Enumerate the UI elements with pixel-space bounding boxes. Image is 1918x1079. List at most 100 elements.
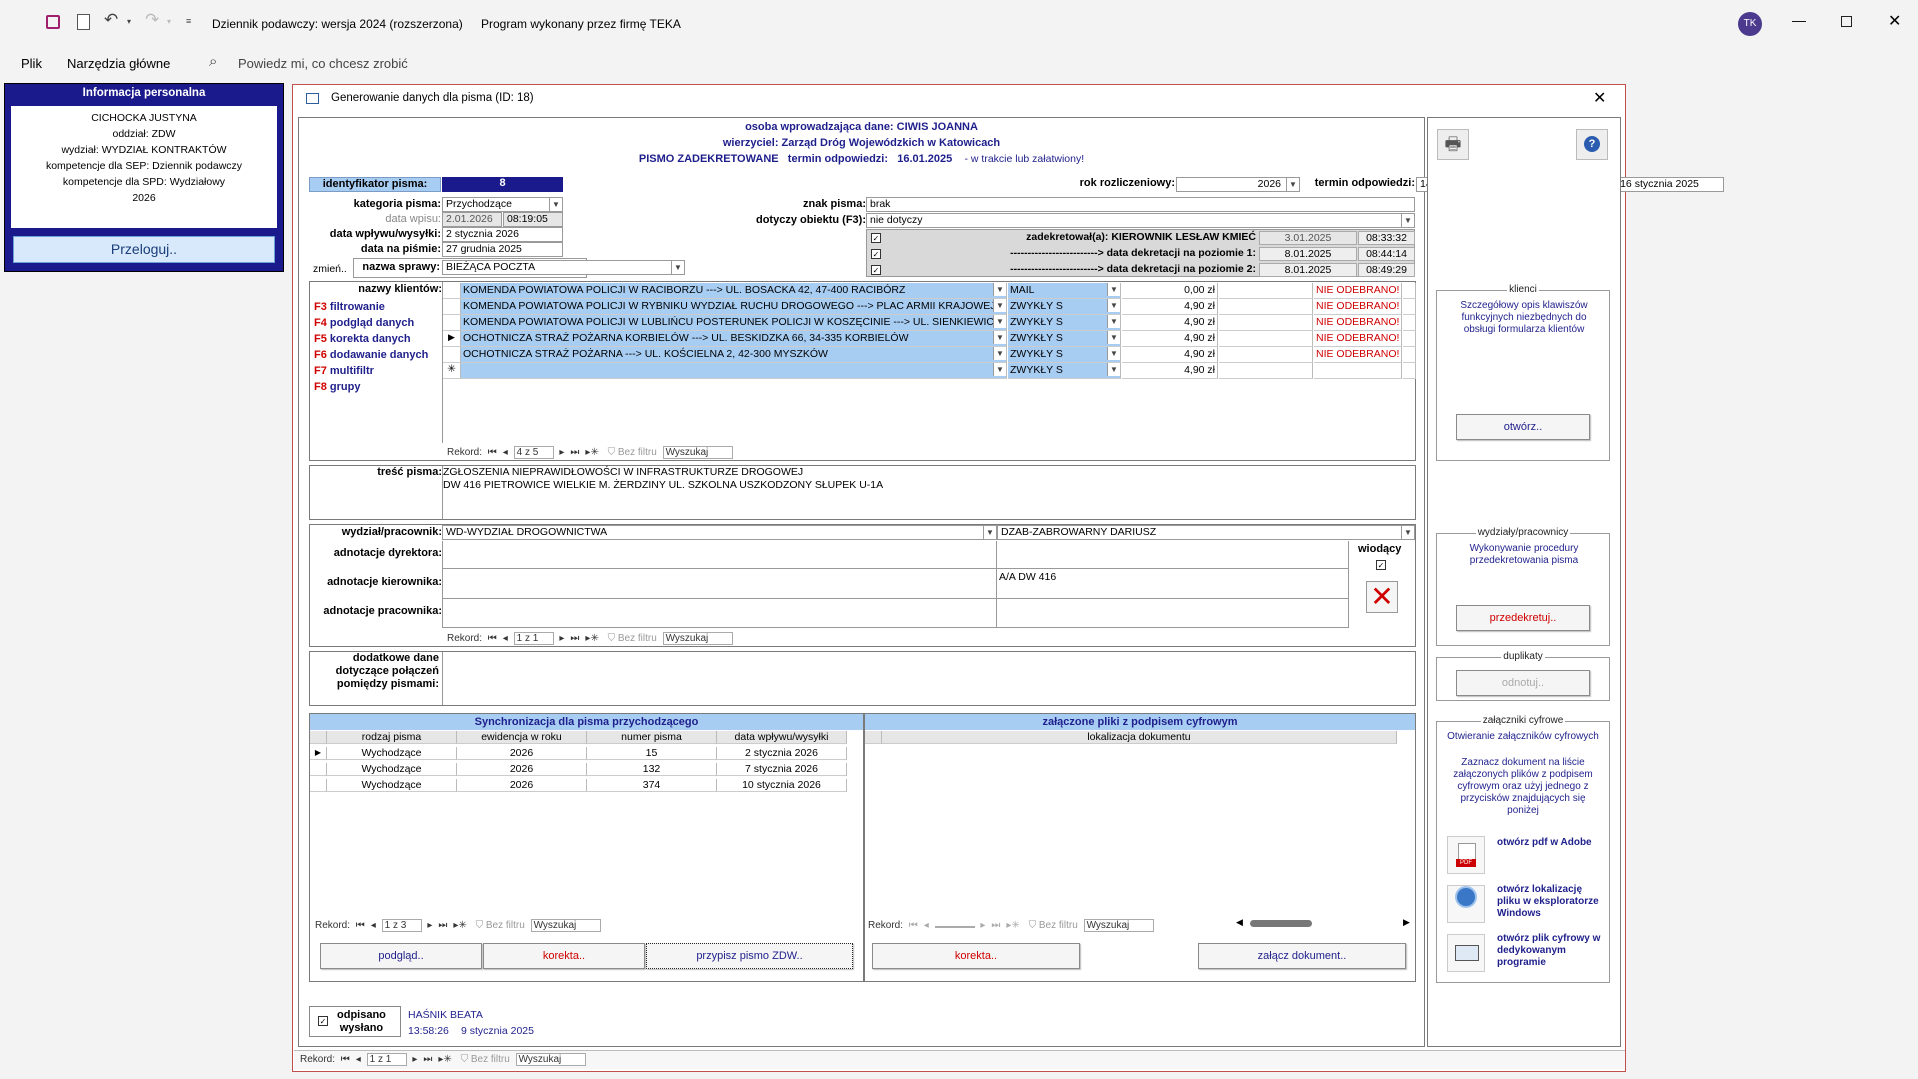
record-search[interactable]: Wyszukaj <box>662 446 733 459</box>
files-hscroll[interactable]: ◀ ▶ <box>1236 917 1414 930</box>
chevron-down-icon[interactable]: ▼ <box>1107 315 1120 328</box>
dept-select[interactable]: WD-WYDZIAŁ DROGOWNICTWA ▼ <box>442 525 997 540</box>
row-selector[interactable] <box>443 283 461 299</box>
mgr-right[interactable]: A/A DW 416 <box>997 569 1349 599</box>
client-row[interactable]: OCHOTNICZA STRAŻ POŻARNA ---> UL. KOŚCIE… <box>443 347 1416 363</box>
next-record-icon[interactable]: ▸ <box>427 920 432 931</box>
first-record-icon[interactable]: ⏮ <box>488 447 497 458</box>
chevron-down-icon[interactable]: ▼ <box>993 283 1006 296</box>
record-position[interactable]: 1 z 3 <box>381 919 422 932</box>
client-type-cell[interactable]: ZWYKŁY S ▼ <box>1008 315 1121 331</box>
menu-home[interactable]: Narzędzia główne <box>67 56 170 71</box>
sync-col-header[interactable]: numer pisma <box>587 731 717 744</box>
redo-dropdown-icon[interactable]: ▾ <box>167 17 171 26</box>
category-select[interactable]: Przychodzące ▼ <box>442 197 563 212</box>
dir-right[interactable] <box>997 541 1349 569</box>
last-record-icon[interactable]: ⏭ <box>570 447 579 458</box>
user-avatar[interactable]: TK <box>1738 12 1762 36</box>
chevron-down-icon[interactable]: ▼ <box>993 363 1006 376</box>
client-type-cell[interactable]: ZWYKŁY S ▼ <box>1008 331 1121 347</box>
explorer-icon[interactable] <box>1447 885 1485 923</box>
extra-field[interactable] <box>442 652 1415 705</box>
filter-icon[interactable]: ⛉ Bez filtru <box>608 447 657 458</box>
dir-left[interactable] <box>442 541 997 569</box>
row-selector[interactable] <box>443 347 461 363</box>
close-dialog-icon[interactable]: ✕ <box>1593 88 1606 108</box>
fkey-groups[interactable]: F8 grupy <box>314 381 360 393</box>
next-record-icon[interactable]: ▸ <box>412 1054 417 1065</box>
chevron-down-icon[interactable]: ▼ <box>993 331 1006 344</box>
sync-cell[interactable]: 15 <box>587 747 717 760</box>
client-row[interactable]: ▶ OCHOTNICZA STRAŻ POŻARNA KORBIELÓW ---… <box>443 331 1416 347</box>
filter-icon[interactable]: ⛉ Bez filtru <box>461 1054 510 1065</box>
sync-col-header[interactable]: data wpływu/wysyłki <box>717 731 847 744</box>
checkbox-checked-icon[interactable]: ✓ <box>871 249 881 259</box>
help-icon[interactable]: ? <box>1576 129 1608 160</box>
row-selector-current[interactable]: ▶ <box>443 331 461 347</box>
assign-zdw-button[interactable]: przypisz pismo ZDW.. <box>646 943 853 969</box>
record-search[interactable]: Wyszukaj <box>530 919 601 932</box>
record-position[interactable]: 1 z 1 <box>513 632 554 645</box>
new-record-icon[interactable]: ▸✳ <box>453 920 466 931</box>
open-explorer-link[interactable]: otwórz lokalizację pliku w eksploratorze… <box>1497 884 1603 920</box>
fkey-multifilter[interactable]: F7 multifiltr <box>314 365 374 377</box>
chevron-down-icon[interactable]: ▼ <box>1107 283 1120 296</box>
prev-record-icon[interactable]: ◂ <box>356 1054 361 1065</box>
open-clients-button[interactable]: otwórz.. <box>1456 414 1590 440</box>
row-selector[interactable] <box>443 299 461 315</box>
change-link[interactable]: zmień.. <box>313 263 347 275</box>
fkey-add[interactable]: F6 dodawanie danych <box>314 349 428 361</box>
record-search[interactable]: Wyszukaj <box>662 632 733 645</box>
last-record-icon[interactable]: ⏭ <box>438 920 447 931</box>
menu-file[interactable]: Plik <box>21 56 42 71</box>
record-position[interactable]: 4 z 5 <box>513 446 554 459</box>
files-col-header[interactable]: lokalizacja dokumentu <box>882 731 1397 744</box>
content-text[interactable]: ZGŁOSZENIA NIEPRAWIDŁOWOŚCI W INFRASTRUK… <box>442 466 1415 519</box>
chevron-down-icon[interactable]: ▼ <box>993 315 1006 328</box>
sync-cell[interactable]: 374 <box>587 779 717 792</box>
mgr-left[interactable] <box>442 569 997 599</box>
next-record-icon[interactable]: ▸ <box>980 920 985 931</box>
fkey-filter[interactable]: F3 filtrowanie <box>314 301 385 313</box>
first-record-icon[interactable]: ⏮ <box>909 920 918 931</box>
emp-left[interactable] <box>442 599 997 628</box>
new-record-icon[interactable]: ▸✳ <box>585 447 598 458</box>
pdf-icon[interactable]: PDF <box>1447 836 1485 874</box>
scroll-right-icon[interactable]: ▶ <box>1403 917 1410 928</box>
sync-cell[interactable]: Wychodzące <box>327 747 457 760</box>
open-pdf-link[interactable]: otwórz pdf w Adobe <box>1497 837 1603 849</box>
customize-qat-icon[interactable]: ≡ <box>186 16 191 26</box>
sync-col-header[interactable]: ewidencja w roku <box>457 731 587 744</box>
program-icon[interactable] <box>1447 934 1485 972</box>
open-program-link[interactable]: otwórz plik cyfrowy w dedykowanym progra… <box>1497 933 1603 969</box>
client-type-cell[interactable]: ZWYKŁY S ▼ <box>1008 299 1121 315</box>
sync-cell[interactable]: Wychodzące <box>327 763 457 776</box>
client-name-cell[interactable]: KOMENDA POWIATOWA POLICJI W LUBLIŃCU POS… <box>461 315 1007 331</box>
letter-date-field[interactable]: 27 grudnia 2025 <box>442 242 563 257</box>
client-row[interactable]: KOMENDA POWIATOWA POLICJI W RACIBORZU --… <box>443 283 1416 299</box>
row-selector-current[interactable]: ▶ <box>310 747 327 760</box>
scroll-thumb[interactable] <box>1250 920 1312 927</box>
restore-icon[interactable] <box>1841 16 1852 27</box>
fkey-preview[interactable]: F4 podgląd danych <box>314 317 414 329</box>
sync-cell[interactable]: 2026 <box>457 779 587 792</box>
save-icon[interactable] <box>46 15 60 29</box>
sync-cell[interactable]: 10 stycznia 2026 <box>717 779 847 792</box>
last-record-icon[interactable]: ⏭ <box>423 1054 432 1065</box>
record-position[interactable]: 1 z 1 <box>366 1053 407 1066</box>
relog-button[interactable]: Przeloguj.. <box>13 236 275 263</box>
sync-cell[interactable]: 2026 <box>457 747 587 760</box>
preview-button[interactable]: podgląd.. <box>320 943 482 969</box>
chevron-down-icon[interactable]: ▼ <box>1107 347 1120 360</box>
object-select[interactable]: nie dotyczy ▼ <box>866 213 1415 228</box>
emp-right[interactable] <box>997 599 1349 628</box>
prev-record-icon[interactable]: ◂ <box>371 920 376 931</box>
prev-record-icon[interactable]: ◂ <box>503 633 508 644</box>
chevron-down-icon[interactable]: ▼ <box>1107 363 1120 376</box>
filter-icon[interactable]: ⛉ Bez filtru <box>608 633 657 644</box>
client-name-cell[interactable]: KOMENDA POWIATOWA POLICJI W RACIBORZU --… <box>461 283 1007 299</box>
minimize-icon[interactable]: — <box>1792 12 1806 28</box>
sync-cell[interactable]: 132 <box>587 763 717 776</box>
client-row[interactable]: KOMENDA POWIATOWA POLICJI W LUBLIŃCU POS… <box>443 315 1416 331</box>
last-record-icon[interactable]: ⏭ <box>991 920 1000 931</box>
